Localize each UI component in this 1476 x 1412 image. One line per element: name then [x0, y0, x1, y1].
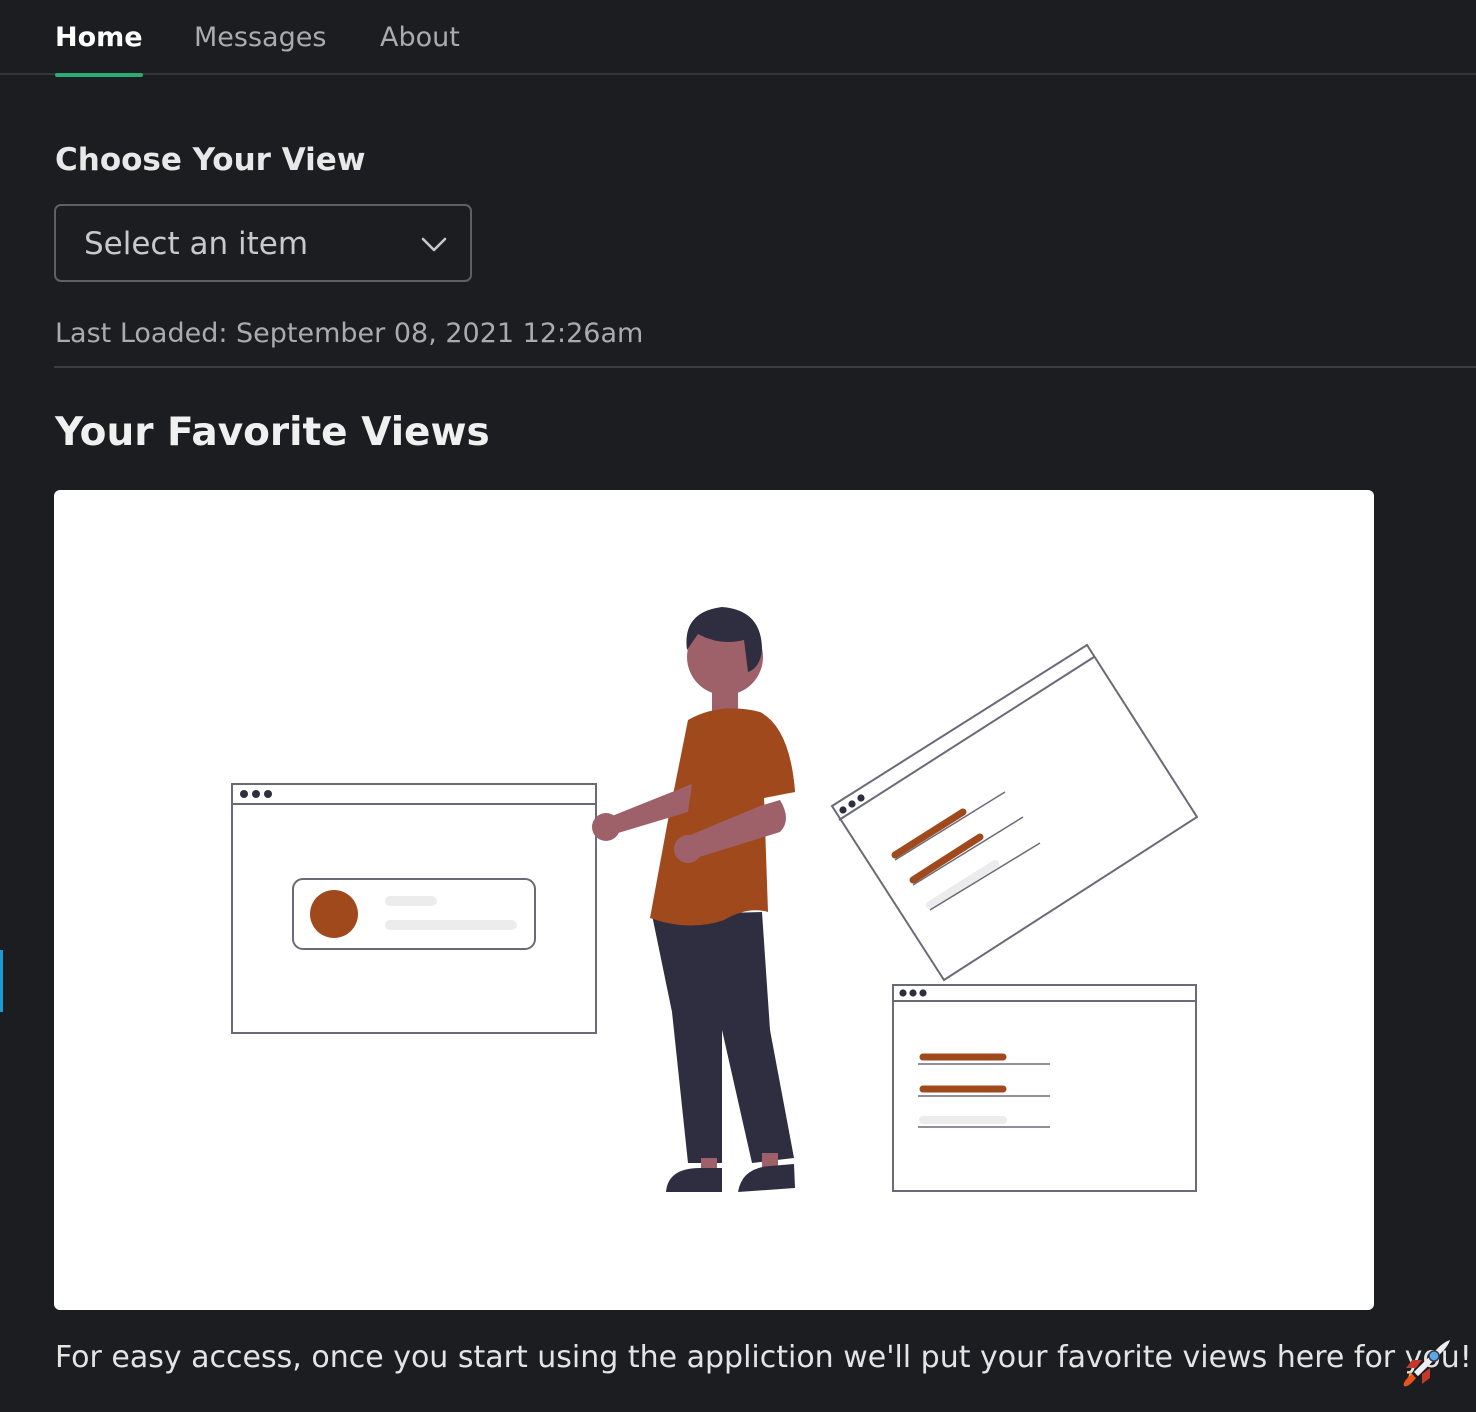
- tab-bar: Home Messages About: [0, 0, 1476, 77]
- view-select-placeholder: Select an item: [84, 226, 309, 262]
- section-divider: [54, 366, 1476, 368]
- chevron-down-icon: [421, 237, 447, 252]
- tab-about[interactable]: About: [380, 0, 460, 75]
- view-select[interactable]: Select an item: [54, 204, 472, 282]
- empty-favorites-message: For easy access, once you start using th…: [55, 1340, 1472, 1375]
- left-edge-indicator: [0, 950, 3, 1012]
- tab-messages[interactable]: Messages: [194, 0, 326, 75]
- person-figure: [592, 607, 795, 1192]
- choose-view-title: Choose Your View: [55, 142, 366, 178]
- favorite-views-empty-card: [54, 490, 1374, 1310]
- browser-window-bottom: [892, 984, 1197, 1192]
- last-loaded-timestamp: Last Loaded: September 08, 2021 12:26am: [55, 318, 644, 349]
- rocket-icon: [1403, 1340, 1450, 1387]
- browser-window-left: [231, 783, 597, 1034]
- browser-window-tilted: [830, 643, 1199, 982]
- empty-state-illustration: [231, 607, 1199, 1192]
- tab-home[interactable]: Home: [55, 0, 143, 77]
- favorite-views-title: Your Favorite Views: [55, 410, 490, 455]
